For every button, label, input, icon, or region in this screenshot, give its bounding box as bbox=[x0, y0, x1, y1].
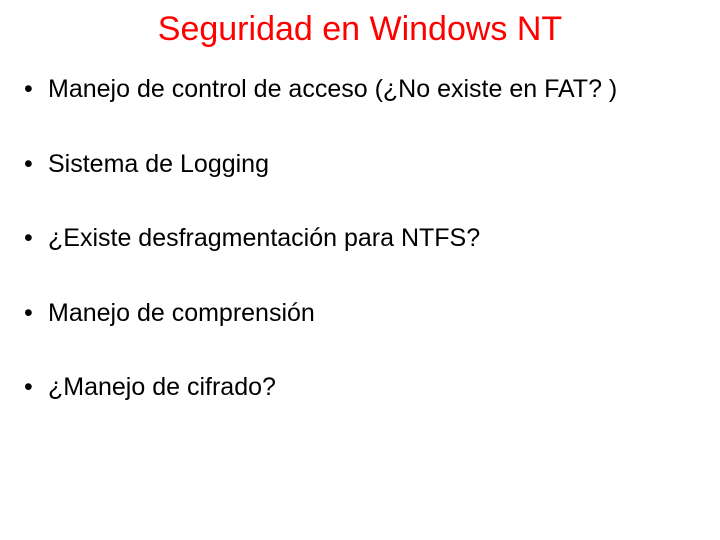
bullet-item: Manejo de control de acceso (¿No existe … bbox=[20, 73, 700, 106]
bullet-list: Manejo de control de acceso (¿No existe … bbox=[20, 73, 700, 404]
bullet-item: Manejo de comprensión bbox=[20, 297, 700, 330]
slide-title: Seguridad en Windows NT bbox=[20, 10, 700, 49]
bullet-item: ¿Existe desfragmentación para NTFS? bbox=[20, 222, 700, 255]
bullet-item: Sistema de Logging bbox=[20, 148, 700, 181]
bullet-item: ¿Manejo de cifrado? bbox=[20, 371, 700, 404]
